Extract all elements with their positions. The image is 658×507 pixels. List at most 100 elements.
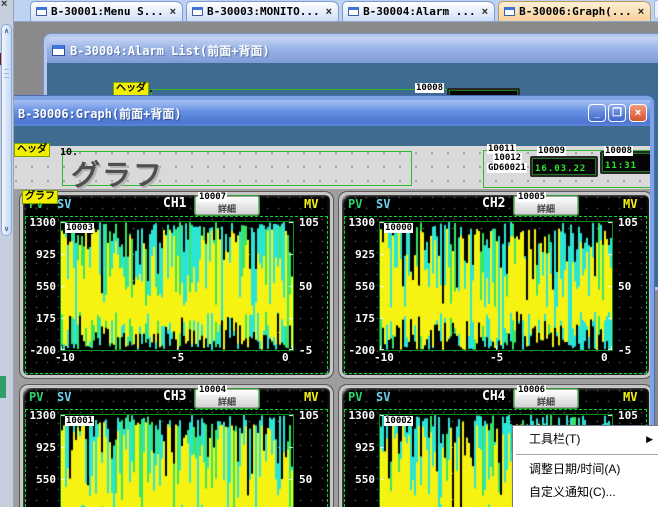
tab-scroll-buttons: ◀ ▶ bbox=[654, 0, 658, 19]
y-axis-right: 10550-5 bbox=[297, 385, 331, 507]
y-axis-tick: 1300 bbox=[30, 216, 57, 229]
y-axis-tick: 50 bbox=[299, 473, 312, 486]
y-axis-tick: 105 bbox=[299, 409, 319, 422]
close-icon[interactable]: × bbox=[482, 6, 488, 18]
tab-label: B-30004:Alarm ... bbox=[363, 5, 476, 18]
tab-label: B-30006:Graph(... bbox=[519, 5, 632, 18]
maximize-button[interactable]: ❐ bbox=[608, 104, 626, 122]
titlebar-b30006[interactable]: B-30006:Graph(前面+背面) _ ❐ × bbox=[8, 100, 650, 126]
menu-item-label: 自定义通知(C)... bbox=[529, 485, 616, 499]
y-axis-tick: 925 bbox=[355, 248, 375, 261]
channel-name: CH3 bbox=[163, 389, 186, 404]
y-axis-tick: 550 bbox=[355, 280, 375, 293]
header-part-tag[interactable]: ヘッダ bbox=[113, 82, 149, 96]
panel-close-icon[interactable]: × bbox=[1, 0, 7, 10]
menu-item-toolbar[interactable]: 工具栏(T) ▶ bbox=[513, 428, 658, 451]
close-icon[interactable]: × bbox=[170, 6, 176, 18]
window-icon bbox=[36, 7, 47, 16]
screen-title-text: グラフ bbox=[71, 152, 164, 194]
part-id-label: 10005 bbox=[517, 192, 546, 202]
docked-panel-strip: × ∧ ∨ bbox=[0, 0, 14, 507]
y-axis-tick: 105 bbox=[299, 216, 319, 229]
document-tab-bar: B-30001:Menu S... × B-30003:MONITO... × … bbox=[0, 0, 658, 22]
menu-item-custom-notification[interactable]: 自定义通知(C)... bbox=[513, 481, 658, 504]
chevron-down-icon[interactable]: ∨ bbox=[2, 225, 11, 233]
tab-b30004[interactable]: B-30004:Alarm ... × bbox=[342, 1, 495, 21]
menu-item-adjust-datetime[interactable]: 调整日期/时间(A) bbox=[513, 458, 658, 481]
y-axis-tick: -200 bbox=[349, 344, 376, 357]
y-axis-left: 1300925550175-200 bbox=[339, 385, 377, 507]
close-button[interactable]: × bbox=[629, 104, 647, 122]
window-icon bbox=[192, 7, 203, 16]
y-axis-tick: 925 bbox=[355, 441, 375, 454]
y-axis-tick: 550 bbox=[355, 473, 375, 486]
tab-b30003[interactable]: B-30003:MONITO... × bbox=[186, 1, 339, 21]
y-axis-tick: 50 bbox=[618, 280, 631, 293]
x-axis-tick: -10 bbox=[55, 351, 75, 364]
graph-part-tag[interactable]: グラフ bbox=[22, 190, 58, 204]
close-icon[interactable]: × bbox=[326, 6, 332, 18]
tab-label: B-30001:Menu S... bbox=[51, 5, 164, 18]
sv-legend: SV bbox=[376, 197, 390, 211]
channel-name: CH4 bbox=[482, 389, 505, 404]
panel-scrollbar[interactable]: ∧ ∨ bbox=[1, 24, 12, 236]
screen-header-band: ヘッダ 10. グラフ 10011 10012 GD60021 16.03.22… bbox=[8, 146, 650, 189]
y-axis-tick: 925 bbox=[36, 441, 56, 454]
tab-b30006[interactable]: B-30006:Graph(... × bbox=[498, 1, 651, 21]
screen-editor-app: B-30001:Menu S... × B-30003:MONITO... × … bbox=[0, 0, 658, 507]
titlebar-b30004[interactable]: B-30004:Alarm List(前面+背面) bbox=[47, 37, 658, 63]
window-title: B-30004:Alarm List(前面+背面) bbox=[70, 42, 270, 59]
minimize-button[interactable]: _ bbox=[588, 104, 606, 122]
y-axis-tick: -200 bbox=[30, 344, 57, 357]
part-id-label: 10000 bbox=[384, 223, 413, 233]
part-id-label: 10008 bbox=[415, 83, 444, 93]
x-axis-tick: -5 bbox=[490, 351, 503, 364]
window-title: B-30006:Graph(前面+背面) bbox=[18, 105, 182, 122]
graph-part-ch1[interactable]: グラフ PV SV CH1 詳細 10007 MV 1300925550175-… bbox=[20, 192, 333, 378]
detail-button-label: 詳細 bbox=[218, 397, 236, 407]
sv-legend: SV bbox=[376, 390, 390, 404]
y-axis-tick: 550 bbox=[36, 280, 56, 293]
window-icon bbox=[348, 7, 359, 16]
part-id-label: 10009 bbox=[537, 146, 566, 156]
part-id-label: 10003 bbox=[65, 223, 94, 233]
time-value: 11:31 bbox=[605, 161, 637, 171]
y-axis-tick: 1300 bbox=[349, 409, 376, 422]
y-axis-tick: 1300 bbox=[349, 216, 376, 229]
x-axis-tick: 0 bbox=[282, 351, 289, 364]
y-axis-left: 1300925550175-200 bbox=[339, 192, 377, 378]
close-icon[interactable]: × bbox=[638, 6, 644, 18]
header-part-tag[interactable]: ヘッダ bbox=[14, 143, 50, 157]
date-display-part[interactable]: 16.03.22 bbox=[530, 156, 598, 177]
y-axis-tick: 105 bbox=[618, 409, 638, 422]
scrollbar-grip[interactable] bbox=[4, 69, 9, 78]
y-axis-tick: 105 bbox=[618, 216, 638, 229]
sv-legend: SV bbox=[57, 390, 71, 404]
graph-part-ch2[interactable]: PV SV CH2 詳細 10005 MV 1300925550175-200 … bbox=[339, 192, 650, 378]
y-axis-left: 1300925550175-200 bbox=[20, 192, 58, 378]
part-id-label: 10006 bbox=[517, 385, 546, 395]
context-menu: 工具栏(T) ▶ 调整日期/时间(A) 自定义通知(C)... 层叠窗口(C) bbox=[512, 425, 658, 507]
trend-plot[interactable] bbox=[60, 414, 294, 507]
screen-title-part[interactable]: グラフ bbox=[62, 151, 412, 186]
y-axis-right: 105 50 -5 bbox=[616, 192, 650, 378]
chevron-up-icon[interactable]: ∧ bbox=[2, 27, 11, 35]
window-icon bbox=[504, 7, 515, 16]
y-axis-right: 10550-5 bbox=[297, 192, 331, 378]
graph-part-ch3[interactable]: PV SV CH3 詳細 10004 MV 1300925550175-200 … bbox=[20, 385, 333, 507]
y-axis-tick: 50 bbox=[299, 280, 312, 293]
y-axis-tick: 1300 bbox=[30, 409, 57, 422]
part-id-label: 10001 bbox=[65, 416, 94, 426]
tab-b30001[interactable]: B-30001:Menu S... × bbox=[30, 1, 183, 21]
y-axis-tick: -5 bbox=[618, 344, 631, 357]
trend-plot[interactable] bbox=[60, 221, 294, 351]
channel-name: CH1 bbox=[163, 196, 186, 211]
date-value: 16.03.22 bbox=[535, 164, 586, 174]
screen-top-band bbox=[8, 126, 650, 146]
x-axis-tick: -10 bbox=[374, 351, 394, 364]
panel-marker bbox=[0, 376, 6, 398]
menu-separator bbox=[516, 454, 658, 455]
trend-plot[interactable] bbox=[379, 221, 613, 351]
part-id-label: GD60021 bbox=[487, 163, 527, 173]
menu-item-label: 调整日期/时间(A) bbox=[529, 462, 620, 476]
